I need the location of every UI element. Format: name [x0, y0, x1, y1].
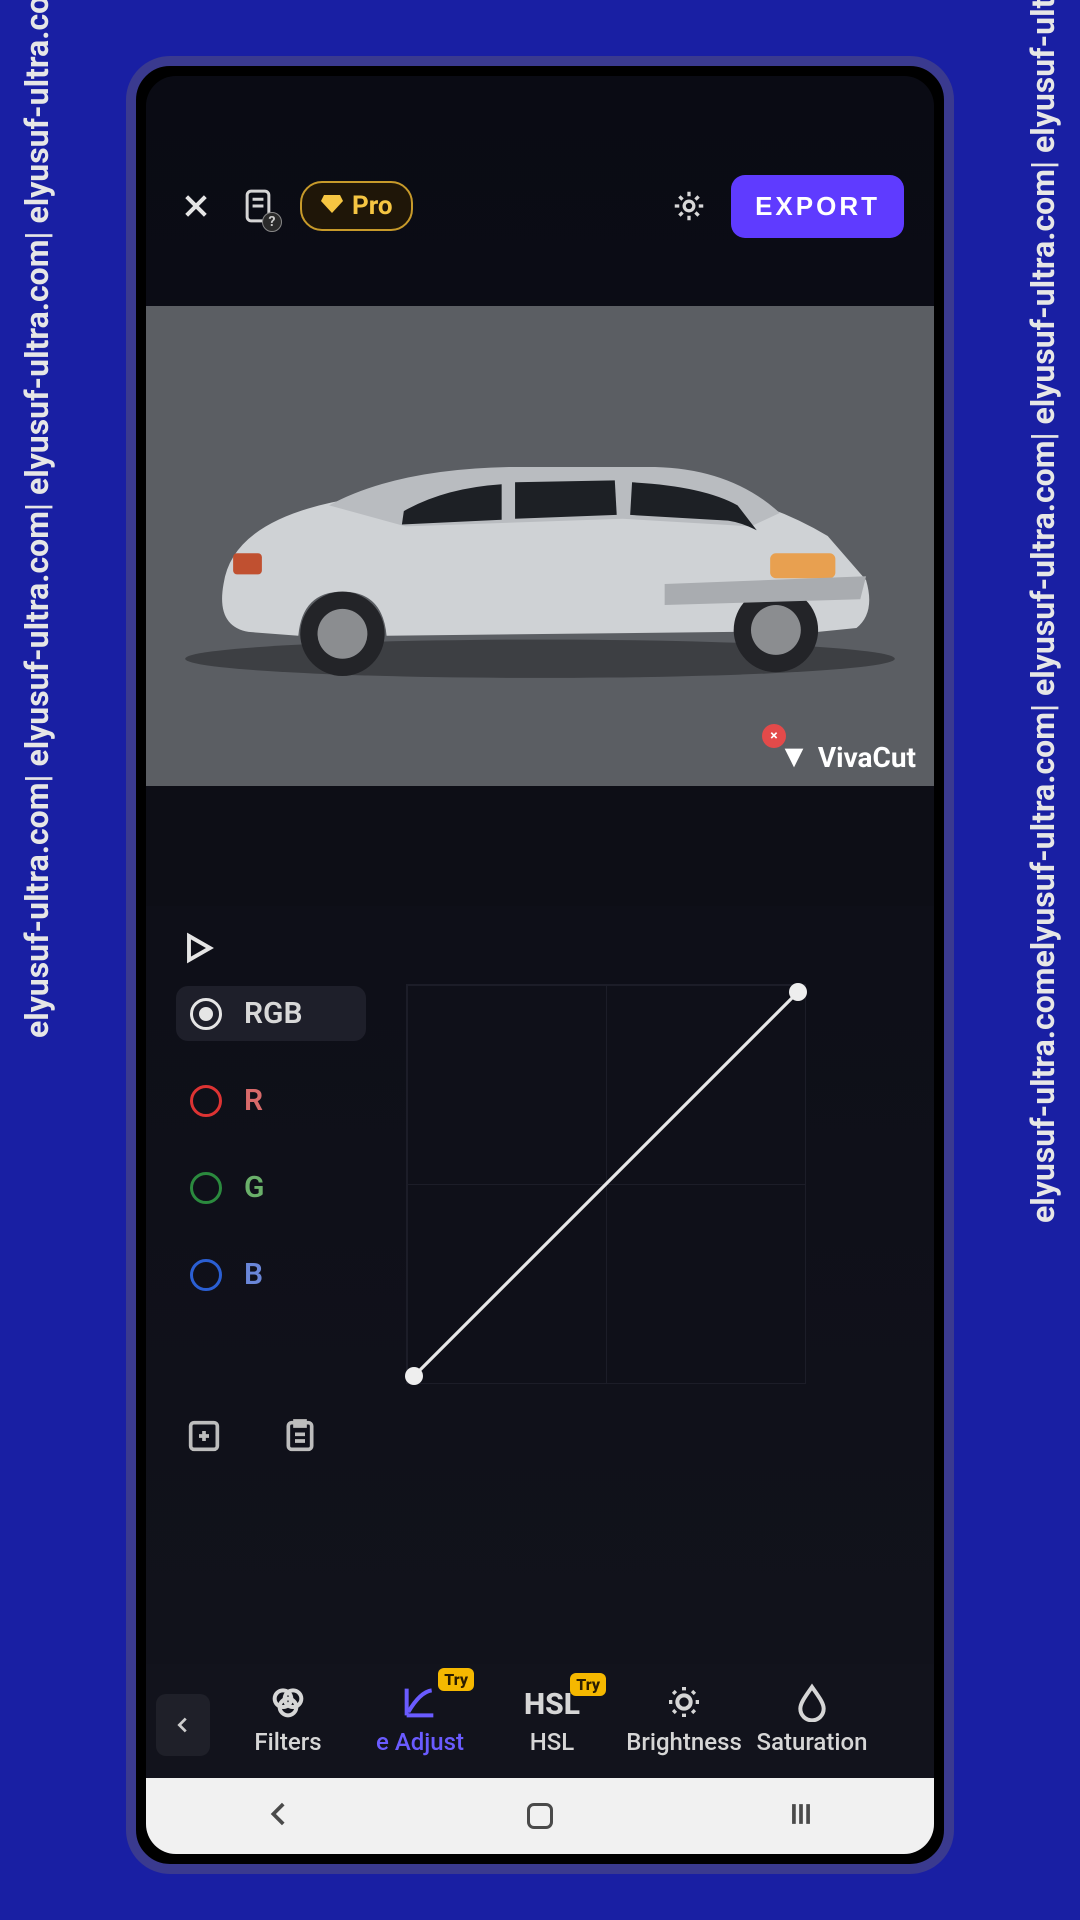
- tool-filters[interactable]: Filters: [224, 1682, 352, 1756]
- app-root: ? Pro EXPORT: [146, 76, 934, 1854]
- pro-upgrade-button[interactable]: Pro: [300, 181, 413, 231]
- chevron-left-icon: [262, 1797, 296, 1831]
- channel-green-label: G: [244, 1170, 264, 1205]
- top-bar: ? Pro EXPORT: [146, 166, 934, 246]
- curves-panel: RGB R G B: [146, 976, 934, 1384]
- three-bars-icon: [784, 1797, 818, 1831]
- red-radio-icon: [190, 1085, 222, 1117]
- app-watermark: VivaCut: [780, 741, 916, 774]
- brightness-icon: [664, 1682, 704, 1722]
- green-radio-icon: [190, 1172, 222, 1204]
- pro-label: Pro: [352, 191, 393, 221]
- channel-red-label: R: [244, 1083, 263, 1118]
- tool-hsl[interactable]: Try HSL HSL: [488, 1687, 616, 1756]
- tool-brightness-label: Brightness: [626, 1728, 742, 1756]
- channel-blue-label: B: [244, 1257, 263, 1292]
- nav-back-button[interactable]: [262, 1797, 296, 1835]
- tool-curve-adjust[interactable]: Try e Adjust: [356, 1682, 484, 1756]
- question-badge-icon: ?: [262, 212, 282, 232]
- nav-recents-button[interactable]: [784, 1797, 818, 1835]
- tool-saturation-label: Saturation: [757, 1728, 868, 1756]
- channel-rgb-label: RGB: [244, 996, 303, 1031]
- rgb-radio-icon: [190, 998, 222, 1030]
- tool-brightness[interactable]: Brightness: [620, 1682, 748, 1756]
- clipboard-icon: [280, 1416, 320, 1456]
- tool-adjust-label: e Adjust: [376, 1728, 464, 1756]
- chevron-left-icon: [172, 1714, 194, 1736]
- settings-button[interactable]: [669, 186, 709, 226]
- curve-handle-low[interactable]: [405, 1367, 423, 1385]
- gear-icon: [671, 188, 707, 224]
- curve-graph[interactable]: [406, 984, 806, 1384]
- try-badge: Try: [438, 1668, 474, 1691]
- tool-saturation[interactable]: Saturation: [752, 1682, 872, 1756]
- site-watermark-right: elyusuf-ultra.comelyusuf-ultra.com| elyu…: [1024, 0, 1062, 1223]
- tool-strip: Filters Try e Adjust Try HSL HSL: [146, 1664, 934, 1778]
- play-icon: [180, 930, 216, 966]
- channel-rgb[interactable]: RGB: [176, 986, 366, 1041]
- preview-gap: [146, 786, 934, 906]
- channel-red[interactable]: R: [176, 1073, 366, 1128]
- filters-icon: [268, 1682, 308, 1722]
- curve-handles: [406, 984, 806, 1384]
- tool-hsl-label: HSL: [530, 1728, 575, 1756]
- curve-handle-high[interactable]: [789, 983, 807, 1001]
- add-point-button[interactable]: [184, 1416, 224, 1460]
- play-button[interactable]: [180, 930, 900, 970]
- tool-filters-label: Filters: [254, 1728, 321, 1756]
- android-nav-bar: [146, 1778, 934, 1854]
- playback-row: [146, 906, 934, 976]
- channel-green[interactable]: G: [176, 1160, 366, 1215]
- preview-image: [166, 386, 914, 686]
- channel-list: RGB R G B: [176, 980, 366, 1384]
- try-badge: Try: [570, 1673, 606, 1696]
- square-icon: [527, 1803, 553, 1829]
- preview-canvas[interactable]: × VivaCut: [146, 306, 934, 786]
- phone-frame: ? Pro EXPORT: [126, 56, 954, 1874]
- add-layer-icon: [184, 1416, 224, 1456]
- reset-curve-button[interactable]: [280, 1416, 320, 1460]
- export-button[interactable]: EXPORT: [731, 175, 904, 238]
- phone-screen: ? Pro EXPORT: [146, 76, 934, 1854]
- saturation-icon: [792, 1682, 832, 1722]
- watermark-app-name: VivaCut: [818, 741, 916, 774]
- vivacut-logo-icon: [780, 744, 808, 772]
- nav-home-button[interactable]: [527, 1803, 553, 1829]
- blue-radio-icon: [190, 1259, 222, 1291]
- close-icon: [180, 190, 212, 222]
- curve-adjust-icon: [400, 1682, 440, 1722]
- diamond-icon: [320, 194, 344, 218]
- help-button[interactable]: ?: [238, 184, 278, 228]
- channel-blue[interactable]: B: [176, 1247, 366, 1302]
- tool-back-button[interactable]: [156, 1694, 210, 1756]
- site-watermark-left: elyusuf-ultra.com| elyusuf-ultra.com| el…: [18, 0, 56, 1038]
- curve-panel-action-row: [146, 1384, 934, 1460]
- close-button[interactable]: [176, 186, 216, 226]
